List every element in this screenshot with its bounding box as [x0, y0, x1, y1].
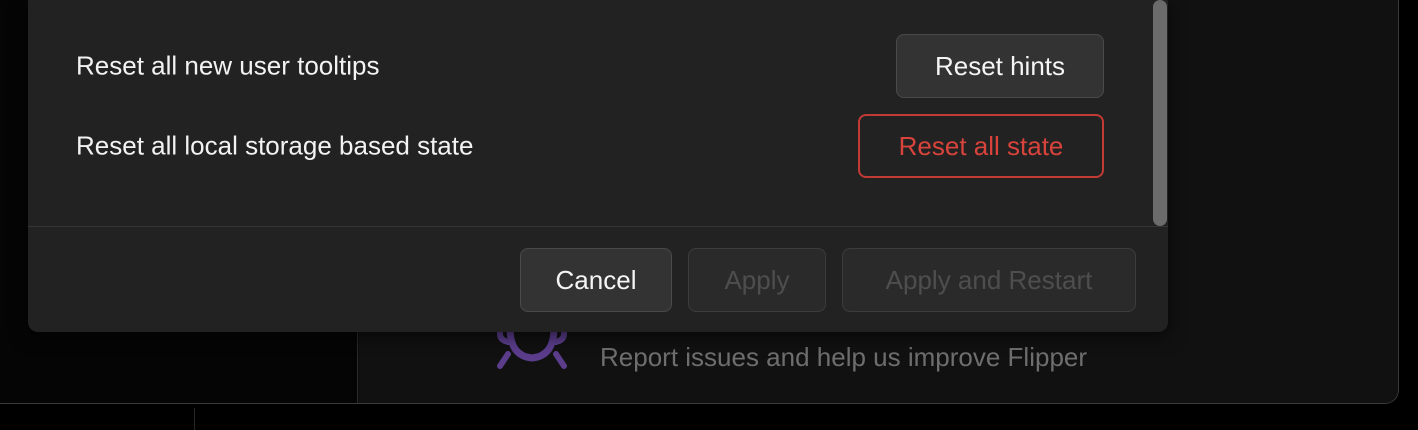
- background-status-bar: [0, 404, 1418, 430]
- bug-icon[interactable]: [496, 323, 568, 370]
- scrollbar-thumb[interactable]: [1153, 0, 1167, 226]
- cancel-button[interactable]: Cancel: [520, 248, 672, 312]
- status-bar-divider: [194, 408, 195, 430]
- reset-hints-button[interactable]: Reset hints: [896, 34, 1104, 98]
- dialog-footer: Cancel Apply Apply and Restart: [28, 227, 1168, 332]
- reset-all-state-button[interactable]: Reset all state: [858, 114, 1104, 178]
- setting-row-reset-tooltips: Reset all new user tooltips Reset hints: [76, 34, 1104, 98]
- setting-label-reset-state: Reset all local storage based state: [76, 130, 474, 161]
- report-issues-link[interactable]: Report issues and help us improve Flippe…: [600, 342, 1087, 373]
- setting-row-reset-state: Reset all local storage based state Rese…: [76, 114, 1104, 178]
- dialog-body: Reset all new user tooltips Reset hints …: [28, 0, 1168, 226]
- setting-label-reset-tooltips: Reset all new user tooltips: [76, 50, 380, 81]
- apply-and-restart-button[interactable]: Apply and Restart: [842, 248, 1136, 312]
- settings-dialog: Reset all new user tooltips Reset hints …: [28, 0, 1168, 332]
- apply-button[interactable]: Apply: [688, 248, 826, 312]
